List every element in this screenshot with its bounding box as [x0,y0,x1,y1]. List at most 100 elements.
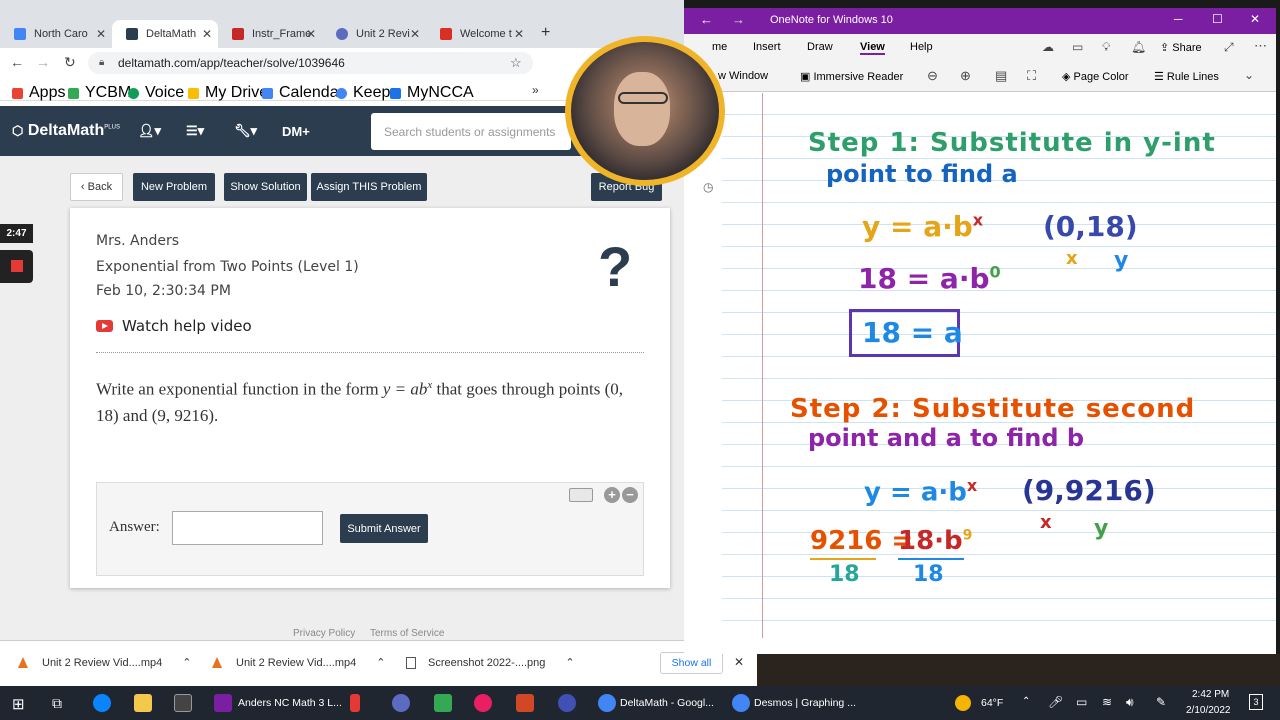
wifi-icon[interactable]: ≋ [1102,695,1112,709]
back-button[interactable]: ‹ Back [70,173,123,201]
forward-arrow-icon[interactable]: → [36,54,50,70]
close-icon[interactable]: ✕ [202,27,212,41]
edge-icon[interactable] [93,694,111,712]
kami-icon[interactable] [558,694,576,712]
volume-icon[interactable]: 🔊︎ [1126,695,1134,710]
chevron-up-icon[interactable]: ⌃ [565,656,574,669]
pen-icon[interactable]: ✎ [1156,695,1166,709]
windows-start-icon[interactable]: ⊞ [12,695,25,713]
more-bookmarks-icon[interactable]: » [532,83,539,97]
watch-help-video-link[interactable]: Watch help video [96,317,252,335]
lightbulb-icon[interactable]: 💡︎ [1102,40,1110,55]
plus-icon[interactable]: + [604,487,620,503]
expand-icon[interactable]: ⤢ [1224,40,1234,55]
bookmark-calendar[interactable]: Calendar [262,84,344,102]
bookmark-myncca[interactable]: MyNCCA [390,84,474,102]
bookmark-apps[interactable]: Apps [12,84,65,102]
back-arrow-icon[interactable]: ← [700,12,713,27]
tab-insert[interactable]: Insert [753,41,781,53]
taskbar-deltamath[interactable]: DeltaMath - Googl... [620,697,714,709]
clock-icon[interactable]: ◷ [703,180,713,194]
powerpoint-icon[interactable] [516,694,534,712]
taskbar-onenote[interactable]: Anders NC Math 3 L... [238,697,342,709]
download-item[interactable]: Unit 2 Review Vid....mp4 ⌃ [18,656,191,669]
pages-icon[interactable]: ▭ [1072,40,1083,54]
onenote-icon[interactable] [214,694,232,712]
tab-deltamath[interactable]: DeltaMath ✕ [112,20,218,48]
download-item[interactable]: Unit 2 Review Vid....mp4 ⌃ [212,656,385,669]
close-icon[interactable]: ✕ [514,27,524,41]
tab-view[interactable]: View [860,41,885,55]
weather-temp[interactable]: 64°F [981,697,1003,709]
microphone-icon[interactable]: 🎤︎ [1048,695,1063,709]
taskbar-desmos[interactable]: Desmos | Graphing ... [754,697,856,709]
share-button[interactable]: ⇪ Share [1160,41,1202,54]
wrench-icon[interactable]: 🔧︎▾ [234,123,257,139]
dm-plus-menu[interactable]: DM+ [282,124,310,139]
bookmark-voice[interactable]: Voice [128,84,184,102]
show-all-button[interactable]: Show all [660,652,723,674]
help-question-icon[interactable]: ? [598,238,632,296]
page-color-button[interactable]: ◈ Page Color [1062,70,1129,83]
close-icon[interactable]: ✕ [410,27,420,41]
battery-icon[interactable]: ▭ [1076,695,1087,709]
submit-answer-button[interactable]: Submit Answer [340,514,428,543]
close-icon[interactable]: ✕ [96,27,106,41]
file-explorer-icon[interactable] [134,694,152,712]
immersive-reader-button[interactable]: ▣ Immersive Reader [800,70,903,83]
close-icon[interactable]: ✕ [1250,12,1260,26]
star-icon[interactable]: ☆ [510,55,522,71]
page-width-icon[interactable]: ▤ [995,68,1007,84]
reload-icon[interactable]: ↻ [64,54,76,71]
chrome-icon[interactable] [598,694,616,712]
sync-icon[interactable]: ☁ [1042,40,1054,54]
new-problem-button[interactable]: New Problem [133,173,215,201]
user-icon[interactable]: 👤︎▾ [138,123,161,139]
bookmark-my-drive[interactable]: My Drive [188,84,268,102]
chevron-down-icon[interactable]: ⌄ [1244,68,1254,82]
new-tab-button[interactable]: + [541,24,550,42]
stop-recording-button[interactable] [0,250,33,283]
search-input[interactable]: Search students or assignments [371,113,571,150]
deltamath-logo[interactable]: ⬡ DeltaMathPLUS [12,122,120,140]
chevron-up-icon[interactable]: ⌃ [1022,696,1030,707]
bell-icon[interactable]: 🔔︎ [1131,40,1146,54]
minimize-icon[interactable]: ─ [1174,12,1183,26]
forward-arrow-icon[interactable]: → [732,12,745,27]
tab-north-carolina[interactable]: North Caro ✕ [0,20,112,48]
tab-unit-2-review[interactable]: Unit 2 Revi ✕ [322,20,426,48]
more-icon[interactable]: ⋯ [1254,38,1267,54]
privacy-link[interactable]: Privacy Policy [293,628,355,639]
back-arrow-icon[interactable]: ← [10,54,24,70]
new-window-button[interactable]: w Window [718,70,768,82]
notification-icon[interactable]: 3 [1249,694,1263,710]
url-input[interactable]: deltamath.com/app/teacher/solve/1039646 [88,52,533,74]
chrome-icon[interactable] [732,694,750,712]
app-icon[interactable] [474,694,492,712]
settings-icon[interactable] [392,694,410,712]
clock-time[interactable]: 2:42 PM [1192,689,1229,700]
download-item[interactable]: Screenshot 2022-....png ⌃ [406,656,575,669]
task-view-icon[interactable]: ⧉ [52,695,62,712]
bookmark-keep[interactable]: Keep [336,84,390,102]
tab-welcome[interactable]: Welcome t ✕ [426,20,530,48]
tab-draw[interactable]: Draw [807,41,833,53]
show-solution-button[interactable]: Show Solution [224,173,307,201]
close-icon[interactable]: ✕ [306,27,316,41]
store-icon[interactable] [174,694,192,712]
zoom-out-icon[interactable]: ⊖ [927,68,938,84]
fit-icon[interactable]: ⛶ [1027,68,1036,84]
keyboard-icon[interactable] [569,488,593,502]
chevron-up-icon[interactable]: ⌃ [182,656,191,669]
assign-problem-button[interactable]: Assign THIS Problem [311,173,427,201]
answer-input[interactable] [172,511,323,545]
tab-home[interactable]: me [712,41,727,53]
rule-lines-button[interactable]: ☰ Rule Lines [1154,70,1219,83]
bookmark-ycbm[interactable]: YCBM [68,84,131,102]
chevron-up-icon[interactable]: ⌃ [376,656,385,669]
tab-instr-frame[interactable]: Instr_Frame ✕ [218,20,322,48]
tab-help[interactable]: Help [910,41,933,53]
zoom-in-icon[interactable]: ⊕ [960,68,971,84]
close-icon[interactable]: ✕ [734,655,744,669]
clock-date[interactable]: 2/10/2022 [1186,705,1231,716]
